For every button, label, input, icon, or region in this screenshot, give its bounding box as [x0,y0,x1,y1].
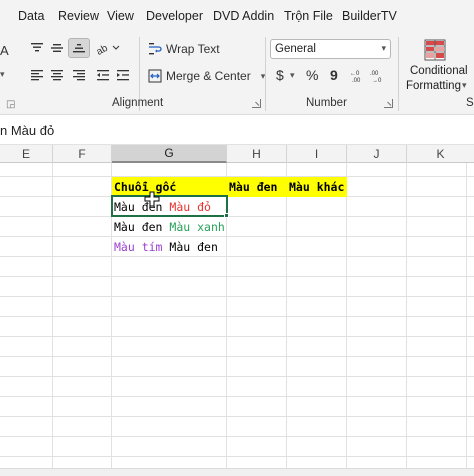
conditional-formatting-label-2: Formatting [406,80,461,92]
chevron-down-icon: ▾ [0,69,5,79]
chevron-down-icon: ▾ [381,43,386,53]
worksheet-grid[interactable]: E F G H I J K Chuỗi gốc Màu đen Màu khác… [0,145,474,476]
wrap-text-icon [148,42,162,56]
gridline [0,316,474,317]
top-align-icon[interactable] [28,39,46,57]
wrap-text-label: Wrap Text [166,42,220,56]
column-header-row: E F G H I J K [0,145,474,163]
column-header-e[interactable]: E [0,145,53,163]
column-header-k[interactable]: K [407,145,474,163]
column-header-h[interactable]: H [227,145,287,163]
chevron-down-icon: ▾ [290,70,295,80]
fill-handle[interactable] [224,213,229,218]
align-left-icon[interactable] [28,66,46,84]
gridline [0,416,474,417]
formula-bar[interactable]: n Màu đỏ [0,115,474,145]
tab-developer[interactable]: Developer [146,9,203,23]
currency-button[interactable]: $ [276,67,284,83]
column-header-i[interactable]: I [287,145,347,163]
bottom-align-icon[interactable] [68,38,90,58]
wrap-text-button[interactable]: Wrap Text [148,40,220,58]
number-group-label: Number [306,97,347,109]
conditional-formatting-button[interactable]: Conditional Formatting ▾ [402,37,468,97]
conditional-formatting-icon [424,39,446,64]
decrease-decimal-icon[interactable]: .00 →0 [370,67,388,85]
gridline [286,163,287,476]
cell-h3[interactable]: Màu đen [227,177,287,197]
gridline [0,436,474,437]
svg-text:.00: .00 [370,71,379,77]
gridline [466,163,467,476]
merge-center-icon [148,69,162,83]
svg-text:.00: .00 [352,78,361,83]
middle-align-icon[interactable] [48,39,66,57]
column-header-j[interactable]: J [347,145,407,163]
increase-indent-icon[interactable] [114,66,132,84]
conditional-formatting-label-1: Conditional [410,65,468,77]
number-format-dropdown[interactable]: General ▾ [270,39,391,59]
svg-text:→0: →0 [372,78,382,83]
orientation-icon[interactable]: ab [94,39,122,57]
decrease-indent-icon[interactable] [94,66,112,84]
cell-g6[interactable]: Màu tím Màu đen [112,237,227,257]
alignment-launcher-icon[interactable] [252,99,261,108]
gridline [0,296,474,297]
cell-g5[interactable]: Màu đen Màu xanh [112,217,227,237]
tab-review[interactable]: Review [58,9,99,23]
tab-tron-file[interactable]: Trộn File [284,9,333,23]
styles-group-label: S [466,97,474,109]
cell-i3[interactable]: Màu khác [287,177,347,197]
cell-cursor-icon [144,191,160,210]
formula-bar-content[interactable]: n Màu đỏ [0,123,54,138]
ribbon-tab-bar: Data Review View Developer DVD Addin Trộ… [0,0,474,33]
svg-text:←0: ←0 [350,71,360,77]
column-header-g[interactable]: G [112,145,227,163]
gridline [0,276,474,277]
gridline [0,376,474,377]
percent-button[interactable]: % [306,67,318,83]
tab-buildertv[interactable]: BuilderTV [342,9,397,23]
tab-data[interactable]: Data [18,9,44,23]
chevron-down-icon: ▾ [462,80,467,90]
number-launcher-icon[interactable] [384,99,393,108]
alignment-group-label: Alignment [112,97,164,109]
gridline [0,216,474,217]
ribbon: A ▾ ◲ ab Wrap Text Merge & Center ▾ Alig… [0,33,474,115]
gridline [0,456,474,457]
merge-center-label: Merge & Center [166,69,251,83]
gridline [52,163,53,476]
increase-decimal-icon[interactable]: ←0.00 [350,67,368,85]
cell-text-black: Màu đen [114,220,163,234]
tab-view[interactable]: View [107,9,134,23]
font-size-button[interactable]: A [0,43,9,58]
ribbon-separator [265,37,266,111]
gridline [346,163,347,476]
cell-g3[interactable]: Chuỗi gốc [112,177,227,197]
font-group-launcher-icon[interactable]: ◲ [6,99,15,110]
svg-text:ab: ab [96,43,110,55]
number-format-value: General [275,43,316,55]
column-header-f[interactable]: F [53,145,112,163]
active-cell-border [111,195,228,217]
tab-dvd-addin[interactable]: DVD Addin [213,9,274,23]
gridline [0,236,474,237]
cell-text-purple: Màu tím [114,240,163,254]
align-right-icon[interactable] [70,66,88,84]
sheet-bottom-bar [0,468,474,476]
cell-text-green: Màu xanh [169,220,225,234]
gridline [0,336,474,337]
gridline [0,256,474,257]
gridline [0,356,474,357]
ribbon-separator [398,37,399,111]
align-center-icon[interactable] [48,66,66,84]
merge-center-button[interactable]: Merge & Center ▾ [148,67,265,85]
cell-text-black: Màu đen [169,240,218,254]
gridline [406,163,407,476]
gridline [0,396,474,397]
comma-style-button[interactable]: 9 [330,67,338,83]
